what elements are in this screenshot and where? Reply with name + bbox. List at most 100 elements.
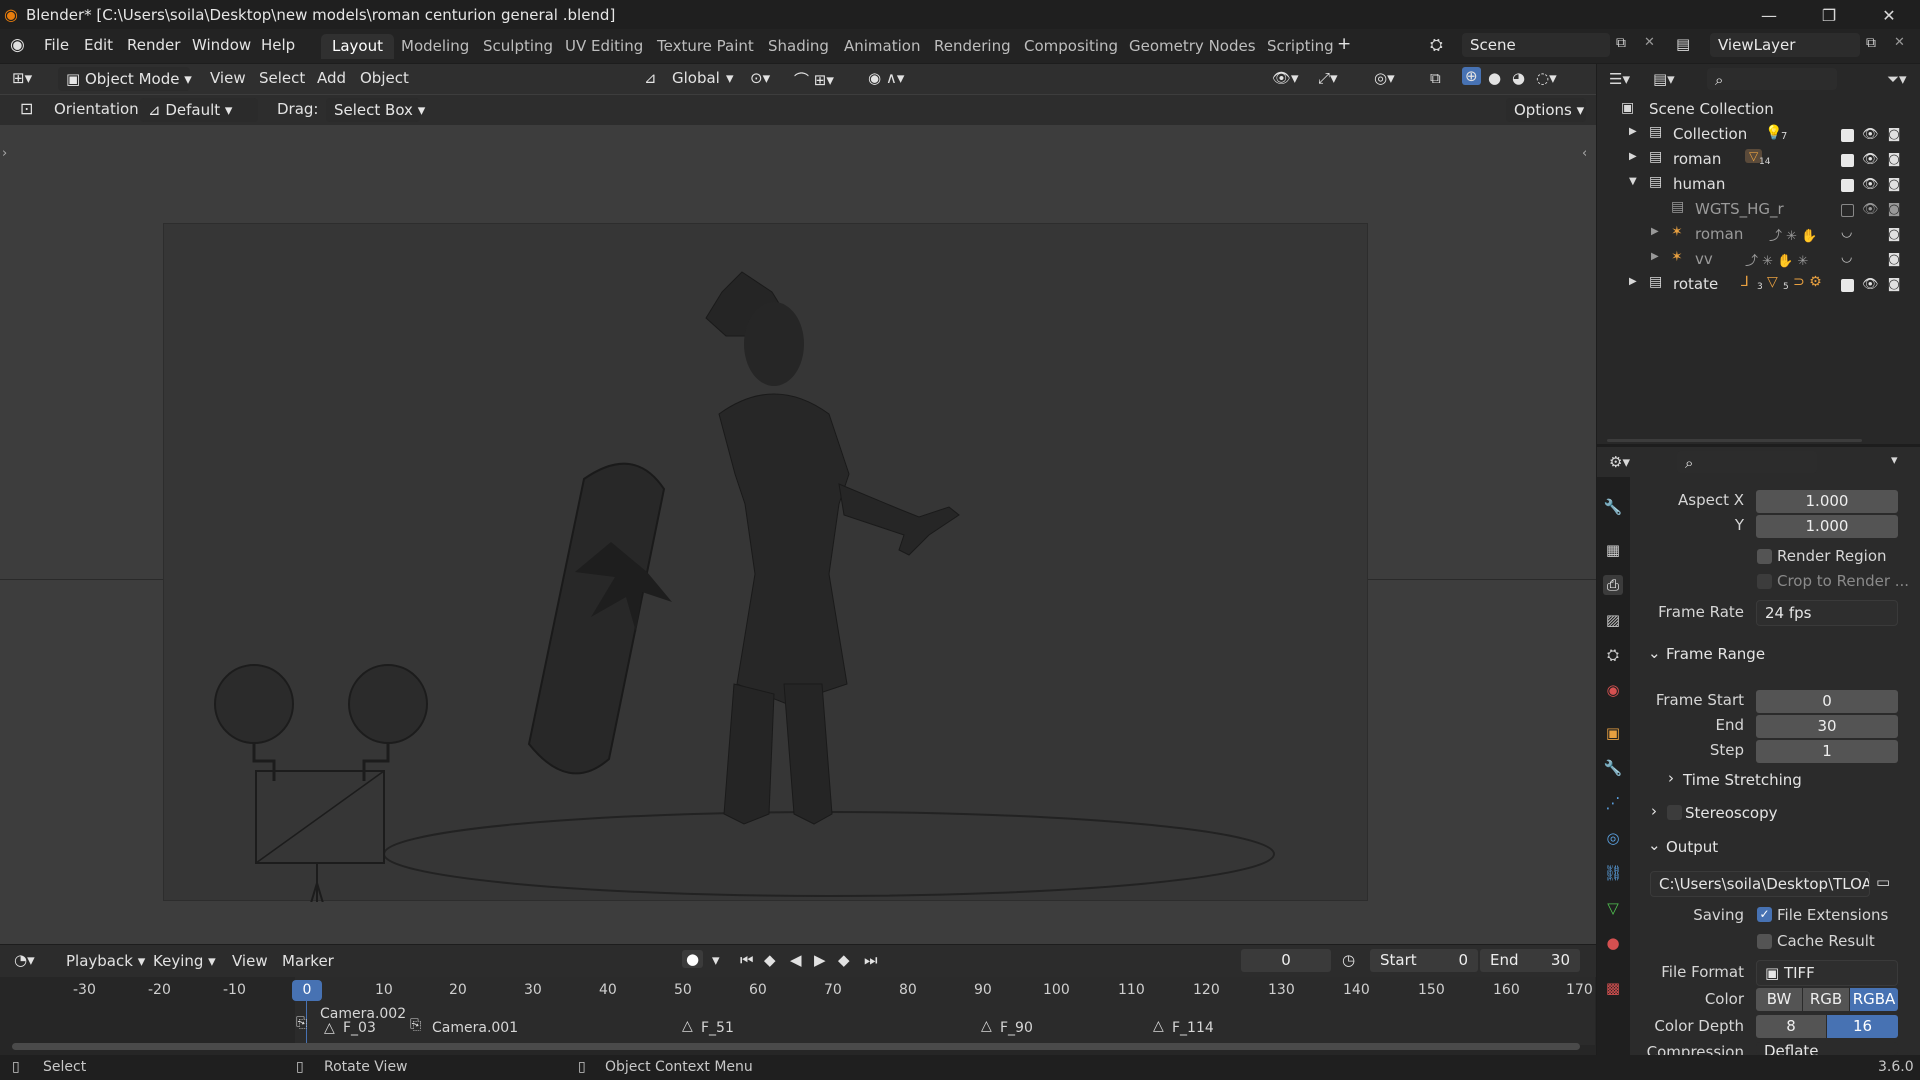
delete-view-layer-icon[interactable]: ✕ [1894, 35, 1905, 50]
outliner-editor-icon[interactable]: ☰▾ [1609, 70, 1630, 88]
proportional-edit-icon[interactable]: ◉ ∧▾ [868, 69, 904, 87]
tree-row-vv[interactable]: ▶ ✶ vv ⤴ ✳ ✋ ✳ ◡ ◙ [1597, 248, 1920, 273]
file-extensions-checkbox[interactable]: ✓ [1757, 907, 1772, 922]
outliner-scrollbar[interactable] [1607, 439, 1862, 442]
color-rgba-button[interactable]: RGBA [1850, 988, 1898, 1011]
orientation-dropdown[interactable]: ⊿ Default ▾ [140, 98, 258, 122]
constraints-tab-icon[interactable]: ⛓ [1603, 863, 1623, 883]
playback-menu[interactable]: Playback ▾ [66, 952, 145, 970]
orientation-chevron-icon[interactable]: ▾ [726, 69, 734, 87]
minimize-button[interactable]: — [1746, 2, 1792, 28]
expand-arrow-icon[interactable]: ▶ [1629, 151, 1637, 162]
stereoscopy-chevron-icon[interactable]: › [1651, 802, 1657, 820]
crop-to-render-checkbox[interactable] [1757, 574, 1772, 589]
aspect-y-field[interactable]: 1.000 [1756, 515, 1898, 538]
options-dropdown[interactable]: Options ▾ [1506, 98, 1586, 122]
data-tab-icon[interactable]: ▽ [1603, 898, 1623, 918]
keying-menu[interactable]: Keying ▾ [153, 952, 216, 970]
collapse-arrow-icon[interactable]: ▼ [1629, 176, 1637, 187]
menu-render[interactable]: Render [127, 36, 180, 54]
material-shading-icon[interactable]: ◕ [1512, 69, 1525, 87]
marker-f114[interactable]: F_114 [1172, 1020, 1214, 1036]
output-tab-icon[interactable]: ⎙ [1603, 575, 1623, 595]
scene-tab-icon[interactable]: ⛭ [1603, 645, 1623, 665]
timeline-editor-icon[interactable]: ◔▾ [14, 951, 35, 969]
eye-icon[interactable]: 👁 [1862, 178, 1879, 192]
expand-arrow-icon[interactable]: ▶ [1651, 226, 1659, 237]
color-rgb-button[interactable]: RGB [1803, 988, 1849, 1011]
properties-search-input[interactable]: ⌕ [1677, 451, 1817, 473]
visibility-icon[interactable]: 👁▾ [1272, 69, 1299, 87]
frame-rate-dropdown[interactable]: 24 fps [1756, 600, 1898, 626]
xray-icon[interactable]: ⧉ [1430, 69, 1441, 87]
world-tab-icon[interactable]: ◉ [1603, 680, 1623, 700]
display-mode-icon[interactable]: ▤▾ [1653, 70, 1675, 88]
output-header[interactable]: Output [1666, 838, 1718, 856]
particles-tab-icon[interactable]: ⋰ [1603, 793, 1623, 813]
auto-key-icon[interactable]: ● [682, 950, 704, 968]
transform-orientation-icon[interactable]: ⊿ [644, 69, 657, 87]
render-tab-icon[interactable]: ▦ [1603, 540, 1623, 560]
menu-help[interactable]: Help [261, 36, 295, 54]
jump-start-icon[interactable]: ⏮ [740, 951, 754, 969]
time-stretching-chevron-icon[interactable]: › [1668, 769, 1674, 787]
stereoscopy-header[interactable]: Stereoscopy [1685, 804, 1778, 822]
marker-camera-001[interactable]: Camera.001 [432, 1020, 518, 1036]
material-tab-icon[interactable]: ● [1603, 933, 1623, 953]
aspect-x-field[interactable]: 1.000 [1756, 490, 1898, 513]
expand-arrow-icon[interactable]: ▶ [1629, 126, 1637, 137]
tab-modeling[interactable]: Modeling [390, 34, 480, 59]
physics-tab-icon[interactable]: ◎ [1603, 828, 1623, 848]
tab-compositing[interactable]: Compositing [1013, 34, 1129, 59]
play-icon[interactable]: ▶ [814, 951, 826, 969]
frame-step-field[interactable]: 1 [1756, 740, 1898, 763]
scene-selector-icon[interactable]: ⛭ [1430, 35, 1443, 55]
view-layer-icon[interactable]: ▤ [1676, 35, 1690, 53]
tree-row-wgts[interactable]: ▤ WGTS_HG_r 👁 ◙ [1597, 198, 1920, 223]
pivot-point-icon[interactable]: ⊙▾ [750, 69, 770, 87]
tab-layout[interactable]: Layout [321, 34, 394, 59]
frame-end-field[interactable]: 30 [1756, 715, 1898, 738]
timeline-view-menu[interactable]: View [232, 952, 268, 970]
view-layer-tab-icon[interactable]: ▨ [1603, 610, 1623, 630]
time-stretching-header[interactable]: Time Stretching [1683, 771, 1802, 789]
gizmo-icon[interactable]: ⤢▾ [1318, 69, 1338, 87]
output-path-field[interactable]: C:\Users\soila\Desktop\TLOA\r... [1650, 871, 1870, 897]
eye-icon[interactable]: 👁 [1862, 128, 1879, 142]
jump-end-icon[interactable]: ⏭ [864, 951, 878, 969]
playhead[interactable]: 0 [292, 980, 322, 1001]
tree-row-collection[interactable]: ▶ ▤ Collection 💡 7 👁 ◙ [1597, 123, 1920, 148]
maximize-button[interactable]: ❐ [1806, 2, 1852, 28]
eye-icon[interactable]: 👁 [1862, 153, 1879, 167]
play-reverse-icon[interactable]: ◀ [790, 951, 802, 969]
tab-rendering[interactable]: Rendering [923, 34, 1022, 59]
marker-menu[interactable]: Marker [282, 952, 334, 970]
snap-icon[interactable]: ⌒ ⊞▾ [794, 69, 834, 90]
sidebar-expand-icon[interactable]: ‹ [1582, 146, 1587, 161]
render-camera-icon[interactable]: ◙ [1887, 153, 1901, 167]
tab-shading[interactable]: Shading [757, 34, 840, 59]
color-depth-8-button[interactable]: 8 [1756, 1015, 1826, 1038]
tab-texture-paint[interactable]: Texture Paint [646, 34, 765, 59]
object-tab-icon[interactable]: ▣ [1603, 723, 1623, 743]
folder-icon[interactable]: ▭ [1876, 873, 1890, 891]
exclude-checkbox[interactable] [1841, 179, 1854, 192]
tree-row-roman-collection[interactable]: ▶ ▤ roman ▽ 14 👁 ◙ [1597, 148, 1920, 173]
render-camera-icon[interactable]: ◙ [1887, 228, 1901, 242]
tab-scripting[interactable]: Scripting [1256, 34, 1345, 59]
prev-keyframe-icon[interactable]: ◆ [764, 951, 776, 969]
menu-object[interactable]: Object [360, 69, 409, 87]
render-camera-icon[interactable]: ◙ [1887, 178, 1901, 192]
preview-range-icon[interactable]: ◷ [1342, 951, 1355, 969]
properties-options-icon[interactable]: ▾ [1891, 453, 1898, 468]
marker-f90[interactable]: F_90 [1000, 1020, 1033, 1036]
exclude-checkbox[interactable] [1841, 129, 1854, 142]
eye-icon[interactable]: 👁 [1862, 203, 1879, 217]
expand-arrow-icon[interactable]: ▶ [1651, 251, 1659, 262]
active-tool-icon[interactable]: ⊡ [20, 99, 33, 118]
exclude-checkbox[interactable] [1841, 204, 1854, 217]
scene-field[interactable]: Scene [1462, 33, 1610, 57]
render-region-checkbox[interactable] [1757, 549, 1772, 564]
eye-icon[interactable]: 👁 [1862, 278, 1879, 292]
menu-add[interactable]: Add [317, 69, 346, 87]
